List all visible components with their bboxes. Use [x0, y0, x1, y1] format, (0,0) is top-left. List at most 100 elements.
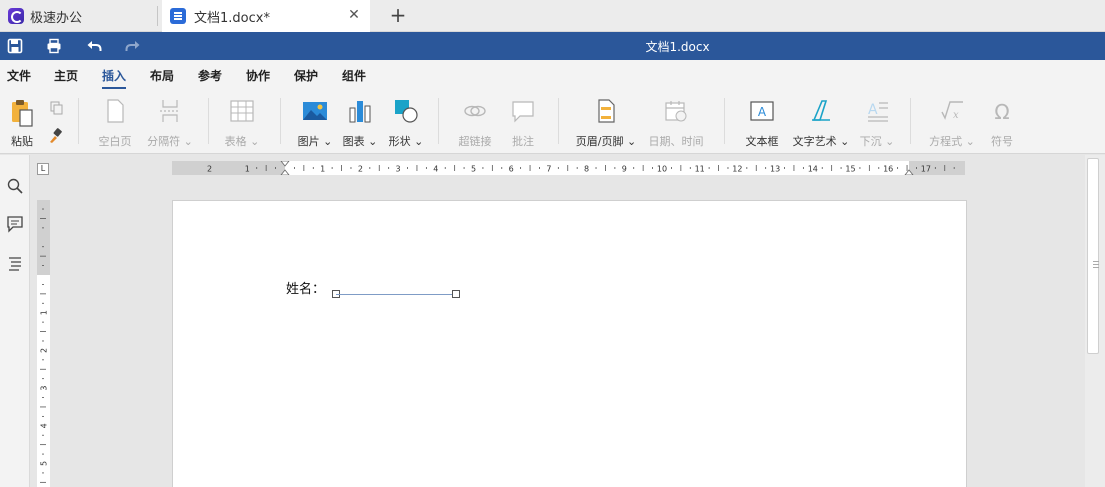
search-icon[interactable]	[6, 177, 24, 195]
blank-page-button[interactable]: 空白页	[94, 98, 136, 148]
table-label: 表格 ⌄	[224, 135, 260, 148]
shape-icon	[395, 100, 418, 123]
date-time-label: 日期、时间	[648, 135, 704, 148]
symbol-button[interactable]: Ω 符号	[988, 98, 1016, 148]
tab-document-label: 文档1.docx*	[194, 10, 270, 26]
tab-stop-selector[interactable]: L	[37, 163, 49, 175]
scrollbar-grip	[1093, 261, 1099, 262]
ruler-label: 2	[207, 165, 212, 174]
right-indent-marker	[904, 169, 914, 175]
table-button[interactable]: 表格 ⌄	[222, 98, 262, 148]
menu-references[interactable]: 参考	[198, 67, 222, 84]
svg-text:x: x	[953, 110, 959, 121]
left-indent-marker	[280, 169, 290, 175]
text-box-icon: A	[750, 101, 774, 121]
shape-button[interactable]: 形状 ⌄	[387, 98, 425, 148]
tab-close-icon[interactable]: ✕	[346, 7, 362, 23]
name-input-line[interactable]	[336, 294, 457, 295]
text-box-label: 文本框	[745, 135, 779, 148]
ruler-label: 13	[770, 165, 780, 174]
calendar-icon	[665, 101, 687, 122]
paste-button[interactable]: 粘贴	[6, 98, 38, 148]
blank-page-icon	[107, 99, 124, 123]
ruler-label: 14	[808, 165, 818, 174]
symbol-label: 符号	[991, 135, 1013, 148]
horizontal-ruler[interactable]: 2 1 1 2 3 4 5 6 7 8 9 10 11 12 13 14 15 16 17	[172, 161, 965, 175]
ribbon-separator	[78, 98, 79, 144]
paste-label: 粘贴	[11, 135, 33, 148]
menu-protect[interactable]: 保护	[294, 67, 318, 84]
ruler-label: 12	[732, 165, 742, 174]
equation-label: 方程式 ⌄	[929, 135, 975, 148]
resize-handle-right[interactable]	[452, 290, 460, 298]
document-page[interactable]: 姓名：	[172, 200, 967, 487]
ribbon-separator	[910, 98, 911, 144]
menu-collaborate[interactable]: 协作	[246, 67, 270, 84]
header-footer-button[interactable]: 页眉/页脚 ⌄	[575, 98, 637, 148]
ruler-label: 4	[433, 165, 438, 174]
hyperlink-label: 超链接	[458, 135, 492, 148]
picture-button[interactable]: 图片 ⌄	[296, 98, 334, 148]
word-art-label: 文字艺术 ⌄	[792, 135, 850, 148]
comment-label: 批注	[512, 135, 534, 148]
vertical-scrollbar[interactable]	[1085, 155, 1105, 487]
page-break-label: 分隔符 ⌄	[147, 135, 193, 148]
header-footer-icon	[598, 99, 615, 123]
word-art-button[interactable]: 文字艺术 ⌄	[792, 98, 850, 148]
ruler-label: 5	[40, 461, 49, 466]
ruler-label: 11	[695, 165, 705, 174]
menu-home[interactable]: 主页	[54, 67, 78, 84]
scrollbar-thumb[interactable]	[1087, 158, 1099, 354]
menu-layout[interactable]: 布局	[150, 67, 174, 84]
table-icon	[230, 100, 254, 122]
shape-label: 形状 ⌄	[388, 135, 424, 148]
vertical-ruler[interactable]: 1 2 3 4 5	[37, 200, 50, 487]
blank-page-label: 空白页	[98, 135, 132, 148]
horizontal-ruler-ticks: 2 1 1 2 3 4 5 6 7 8 9 10 11 12 13 14 15 16 17	[207, 161, 955, 175]
date-time-button[interactable]: 日期、时间	[646, 98, 706, 148]
ruler-label: 1	[245, 165, 250, 174]
format-painter-icon[interactable]	[48, 128, 64, 144]
chart-button[interactable]: 图表 ⌄	[341, 98, 379, 148]
ruler-label: 2	[40, 348, 49, 353]
picture-icon	[303, 102, 327, 120]
menu-bar: 文件 主页 插入 布局 参考 协作 保护 组件	[0, 60, 1105, 90]
comment-button[interactable]: 批注	[506, 98, 540, 148]
comments-icon[interactable]	[6, 215, 24, 233]
document-icon	[170, 8, 186, 24]
ruler-label: 8	[584, 165, 589, 174]
tab-app-label: 极速办公	[30, 10, 83, 26]
ribbon-separator	[558, 98, 559, 144]
tab-app[interactable]: 极速办公	[0, 0, 155, 32]
ruler-label: 6	[509, 165, 514, 174]
ribbon-separator	[280, 98, 281, 144]
chart-icon	[349, 101, 371, 123]
ruler-label: 9	[622, 165, 627, 174]
menu-file[interactable]: 文件	[7, 67, 31, 84]
drop-cap-button[interactable]: A 下沉 ⌄	[858, 98, 896, 148]
vertical-ruler-ticks: 1 2 3 4 5	[40, 208, 49, 483]
word-art-icon	[812, 100, 830, 121]
ruler-label: 16	[883, 165, 893, 174]
ruler-label: 2	[358, 165, 363, 174]
tab-document[interactable]: 文档1.docx* ✕	[162, 0, 370, 32]
hyperlink-button[interactable]: 超链接	[455, 98, 495, 148]
ruler-label: 7	[546, 165, 551, 174]
tab-strip: 极速办公 文档1.docx* ✕ +	[0, 0, 1105, 32]
menu-plugins[interactable]: 组件	[342, 67, 366, 84]
copy-icon[interactable]	[50, 101, 64, 115]
navigation-icon[interactable]	[6, 254, 24, 272]
ruler-label: 10	[657, 165, 667, 174]
menu-insert[interactable]: 插入	[102, 67, 127, 89]
chart-label: 图表 ⌄	[342, 135, 378, 148]
ruler-label: 3	[40, 386, 49, 391]
ribbon-separator	[438, 98, 439, 144]
header-footer-label: 页眉/页脚 ⌄	[575, 135, 637, 148]
first-line-indent-marker	[280, 161, 290, 167]
document-title: 文档1.docx	[645, 40, 710, 54]
ruler-label: 1	[320, 165, 325, 174]
new-tab-button[interactable]: +	[388, 5, 408, 25]
page-break-button[interactable]: 分隔符 ⌄	[145, 98, 195, 148]
text-box-button[interactable]: A 文本框	[742, 98, 782, 148]
equation-button[interactable]: x 方程式 ⌄	[928, 98, 976, 148]
